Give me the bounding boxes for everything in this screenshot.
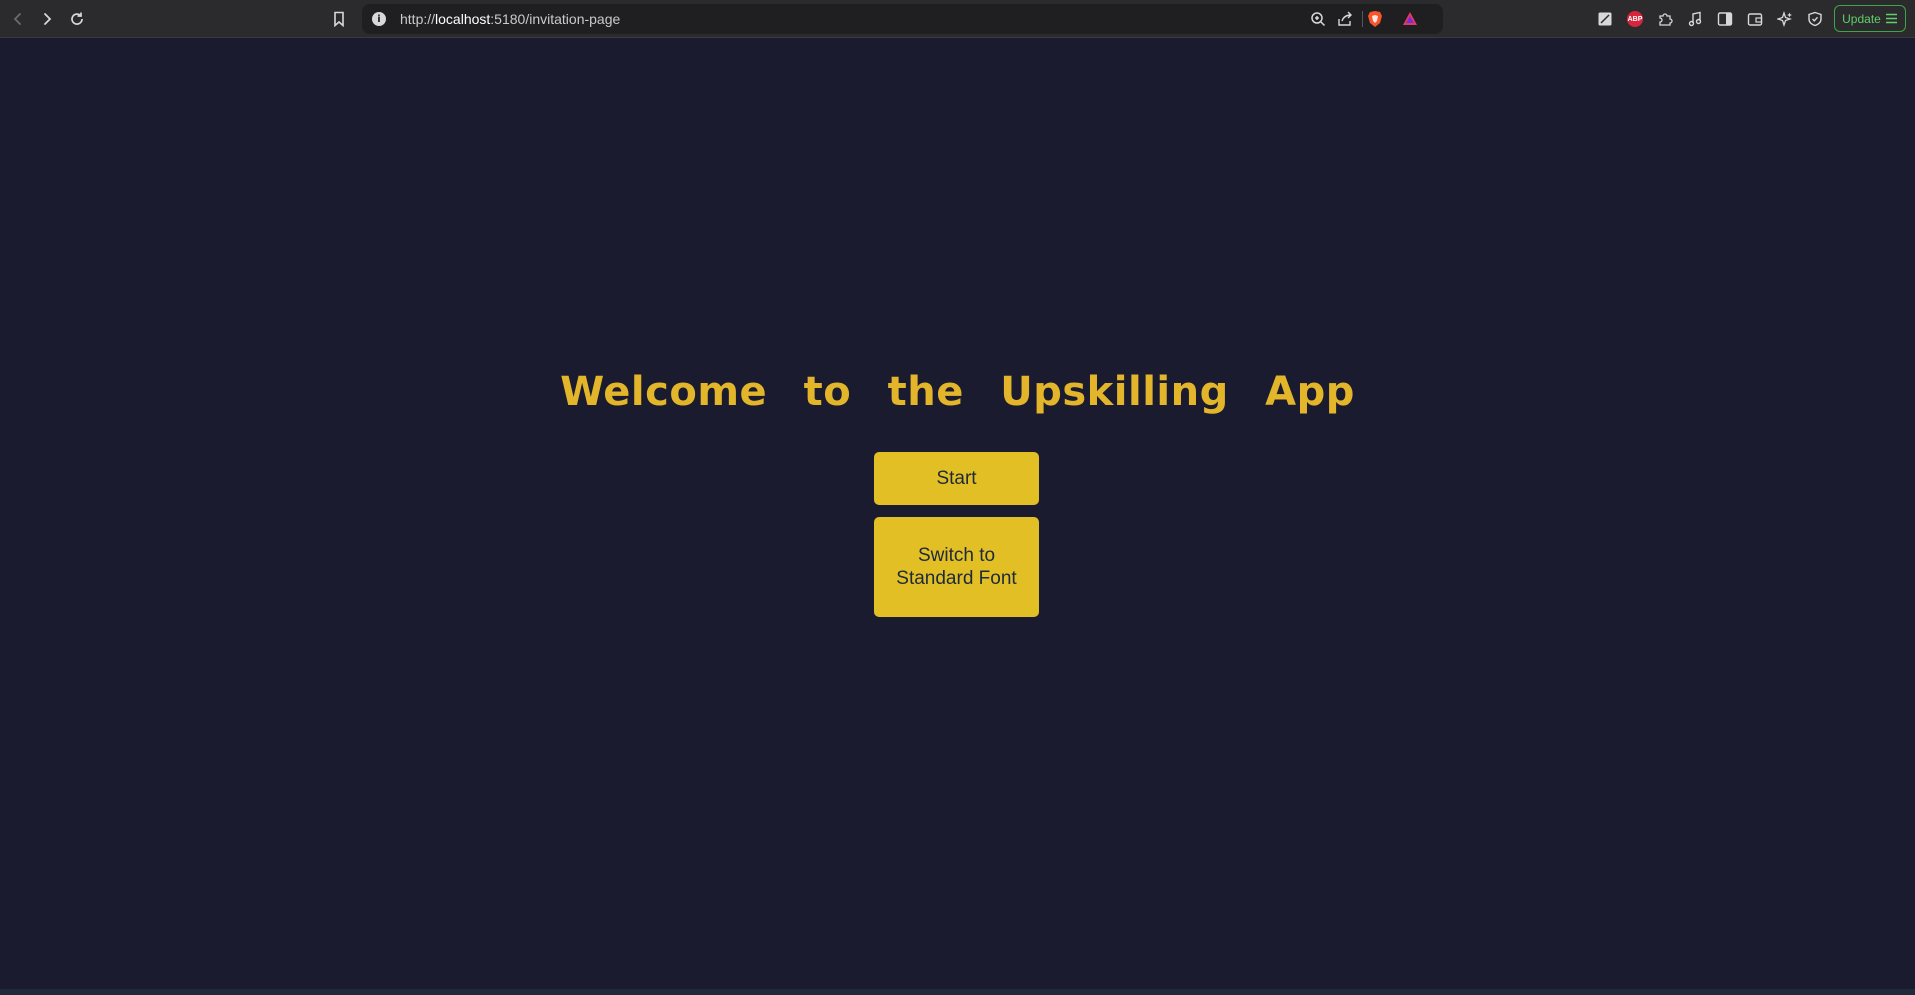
wallet-icon[interactable] <box>1744 8 1766 30</box>
address-bar[interactable]: i http://localhost:5180/invitation-page <box>362 4 1443 34</box>
extension-icon[interactable] <box>1594 8 1616 30</box>
start-button[interactable]: Start <box>874 452 1039 505</box>
update-label: Update <box>1842 11 1881 26</box>
page-body <box>0 39 1915 989</box>
adblock-plus-icon[interactable]: ABP <box>1624 8 1646 30</box>
divider <box>1362 11 1363 27</box>
brave-rewards-icon[interactable] <box>1402 10 1418 28</box>
ai-assistant-icon[interactable] <box>1774 8 1796 30</box>
switch-font-button[interactable]: Switch to Standard Font <box>874 517 1039 617</box>
start-button-label: Start <box>936 468 977 489</box>
hamburger-menu-icon <box>1885 13 1897 24</box>
site-info-icon[interactable]: i <box>372 12 386 26</box>
zoom-icon[interactable] <box>1307 8 1329 30</box>
vpn-shield-icon[interactable] <box>1804 8 1826 30</box>
puzzle-extensions-icon[interactable] <box>1654 8 1676 30</box>
share-icon[interactable] <box>1334 8 1356 30</box>
browser-toolbar: i http://localhost:5180/invitation-page … <box>0 0 1915 38</box>
bottom-edge <box>0 989 1915 995</box>
sidebar-icon[interactable] <box>1714 8 1736 30</box>
switch-font-button-label: Switch to Standard Font <box>896 545 1017 589</box>
page-title: Welcome to the Upskilling App <box>560 369 1355 415</box>
forward-arrow-icon[interactable] <box>34 6 60 32</box>
back-arrow-icon[interactable] <box>5 6 31 32</box>
update-button[interactable]: Update <box>1834 5 1906 32</box>
reload-icon[interactable] <box>64 6 90 32</box>
media-icon[interactable] <box>1684 8 1706 30</box>
brave-shields-icon[interactable] <box>1367 10 1383 28</box>
bookmark-icon[interactable] <box>326 6 352 32</box>
url-text[interactable]: http://localhost:5180/invitation-page <box>400 11 620 27</box>
